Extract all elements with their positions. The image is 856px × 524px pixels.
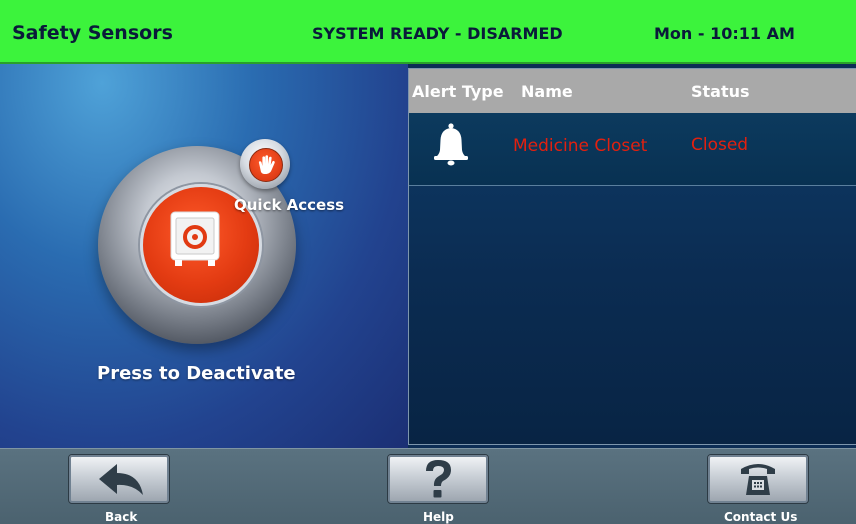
back-button[interactable] (68, 454, 170, 504)
quick-access-label: Quick Access (234, 196, 345, 214)
system-status: SYSTEM READY - DISARMED (312, 24, 563, 43)
page-title: Safety Sensors (12, 22, 173, 44)
quick-access-button[interactable] (240, 139, 290, 189)
contact-us-button[interactable] (707, 454, 809, 504)
help-label: Help (423, 510, 454, 524)
safe-icon (170, 211, 220, 266)
sensor-table: Alert Type Name Status Medicine Closet C… (408, 68, 856, 445)
header-bar: Safety Sensors SYSTEM READY - DISARMED M… (0, 0, 856, 64)
table-header: Alert Type Name Status (409, 69, 856, 113)
column-header-status: Status (691, 82, 750, 101)
press-to-deactivate-label[interactable]: Press to Deactivate (97, 363, 296, 384)
hand-icon (258, 155, 275, 174)
question-mark-icon (426, 460, 451, 498)
column-header-name: Name (521, 82, 573, 101)
contact-us-label: Contact Us (724, 510, 798, 524)
sensor-status: Closed (691, 135, 749, 155)
table-row[interactable]: Medicine Closet Closed (409, 113, 856, 186)
sensor-name: Medicine Closet (513, 136, 648, 156)
back-label: Back (105, 510, 138, 524)
column-header-alert-type: Alert Type (412, 82, 504, 101)
back-arrow-icon (99, 464, 143, 495)
clock: Mon - 10:11 AM (654, 24, 795, 43)
bell-icon (434, 123, 468, 166)
telephone-icon (741, 464, 775, 495)
help-button[interactable] (387, 454, 489, 504)
sensor-list-panel: Alert Type Name Status Medicine Closet C… (408, 64, 856, 448)
footer-bar: Back Help Contact Us (0, 448, 856, 524)
sensor-panel: Quick Access Press to Deactivate (0, 64, 408, 448)
